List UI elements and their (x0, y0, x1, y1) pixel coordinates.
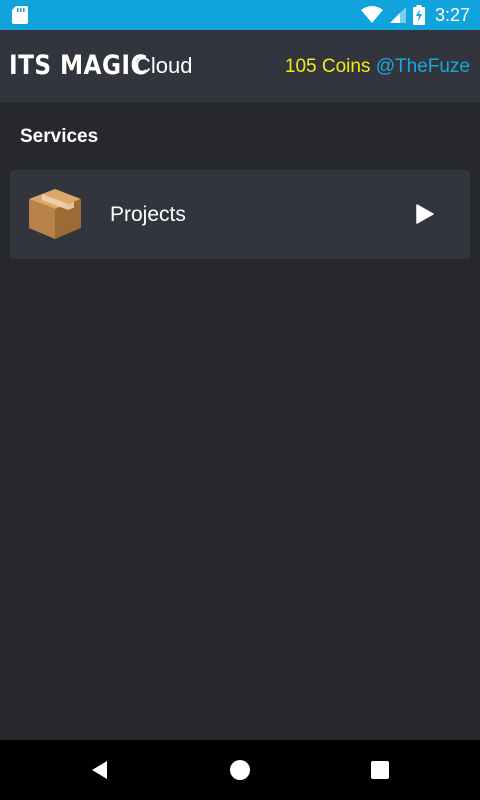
service-item-label: Projects (110, 203, 186, 226)
battery-charging-icon (412, 5, 425, 25)
account-info: 105 Coins @TheFuze (285, 56, 470, 78)
clock-time: 3:27 (434, 4, 470, 25)
sd-card-icon (12, 6, 28, 24)
back-icon[interactable] (88, 758, 112, 782)
home-icon[interactable] (228, 758, 252, 782)
coins-balance[interactable]: 105 Coins (285, 56, 371, 77)
box-icon (29, 189, 81, 239)
play-icon[interactable] (416, 204, 434, 224)
services-heading: Services (20, 126, 99, 147)
status-bar: 3:27 (0, 0, 480, 30)
page-title: Cloud (135, 53, 193, 78)
wifi-icon (360, 6, 383, 23)
system-nav-bar (0, 740, 480, 800)
recents-icon[interactable] (368, 758, 392, 782)
app-logo[interactable]: ITS MAGIC (9, 50, 148, 81)
username-link[interactable]: @TheFuze (376, 56, 470, 77)
app-header: ITS MAGIC Cloud 105 Coins @TheFuze (0, 30, 480, 102)
cell-signal-icon (389, 7, 406, 23)
service-item-projects[interactable]: Projects (10, 170, 470, 259)
